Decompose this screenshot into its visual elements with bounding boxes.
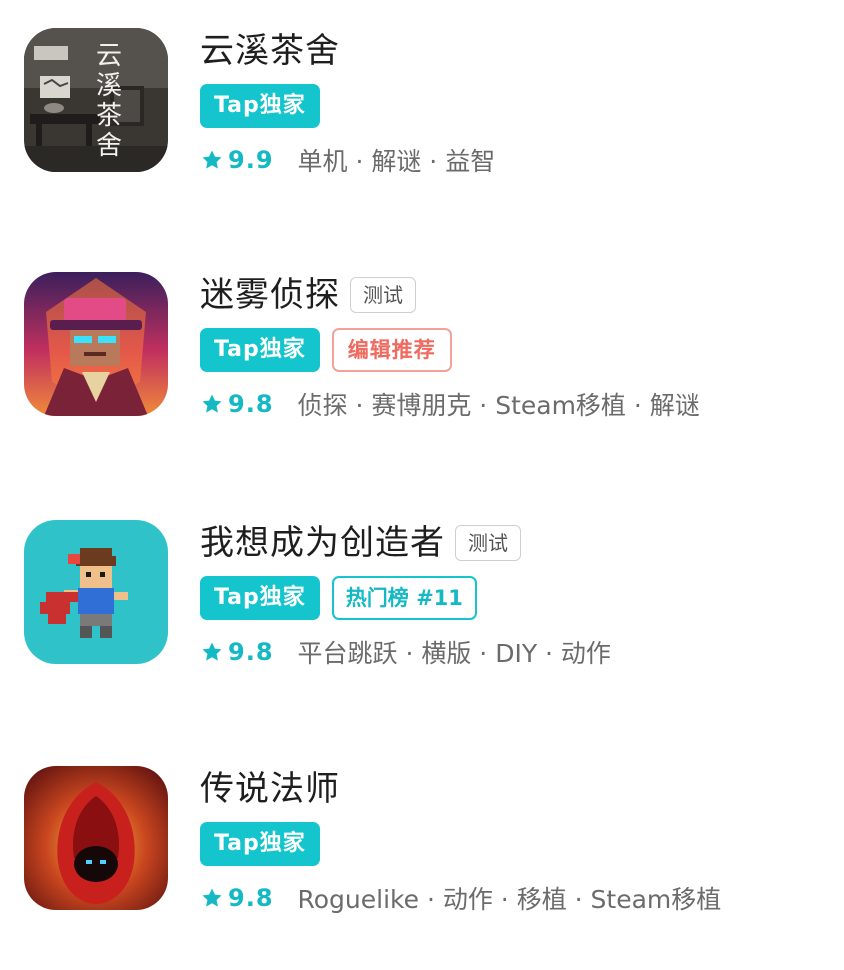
hot-rank-badge: 热门榜 #11 (331, 576, 477, 620)
game-title[interactable]: 传说法师 (200, 766, 340, 812)
tap-exclusive-badge: Tap独家 (200, 84, 320, 128)
game-list-item[interactable]: 迷雾侦探 测试 Tap独家 编辑推荐 9.8 侦探 · 赛博朋克 · Steam… (24, 272, 824, 422)
test-badge: 测试 (350, 277, 416, 313)
game-tags: 平台跳跃 · 横版 · DIY · 动作 (297, 639, 611, 668)
game-title[interactable]: 迷雾侦探 (200, 272, 340, 318)
game-tags: 侦探 · 赛博朋克 · Steam移植 · 解谜 (297, 391, 700, 420)
star-icon (200, 640, 224, 664)
star-icon (200, 392, 224, 416)
rating-score: 9.9 (228, 146, 274, 174)
pixel-hero-icon[interactable] (24, 520, 168, 664)
tap-exclusive-badge: Tap独家 (200, 328, 320, 372)
game-list-item[interactable]: 云溪茶舍 云溪茶舍 Tap独家 9.9 单机 · 解谜 · 益智 (24, 28, 824, 178)
star-icon (200, 886, 224, 910)
game-tags: 单机 · 解谜 · 益智 (297, 147, 496, 176)
tap-exclusive-badge: Tap独家 (200, 822, 320, 866)
game-title[interactable]: 我想成为创造者 (200, 520, 445, 566)
icon-lettering: 云溪茶舍 (96, 41, 122, 161)
editor-pick-badge: 编辑推荐 (331, 328, 452, 372)
test-badge: 测试 (455, 525, 521, 561)
yunxi-teahouse-icon[interactable]: 云溪茶舍 (24, 28, 168, 172)
rating-score: 9.8 (228, 390, 274, 418)
game-title[interactable]: 云溪茶舍 (200, 28, 340, 74)
star-icon (200, 148, 224, 172)
detective-icon[interactable] (24, 272, 168, 416)
rating-score: 9.8 (228, 638, 274, 666)
red-mage-icon[interactable] (24, 766, 168, 910)
tap-exclusive-badge: Tap独家 (200, 576, 320, 620)
game-list-item[interactable]: 我想成为创造者 测试 Tap独家 热门榜 #11 9.8 平台跳跃 · 横版 ·… (24, 520, 824, 670)
rating-score: 9.8 (228, 884, 274, 912)
game-list-item[interactable]: 传说法师 Tap独家 9.8 Roguelike · 动作 · 移植 · Ste… (24, 766, 824, 916)
game-tags: Roguelike · 动作 · 移植 · Steam移植 (297, 885, 722, 914)
